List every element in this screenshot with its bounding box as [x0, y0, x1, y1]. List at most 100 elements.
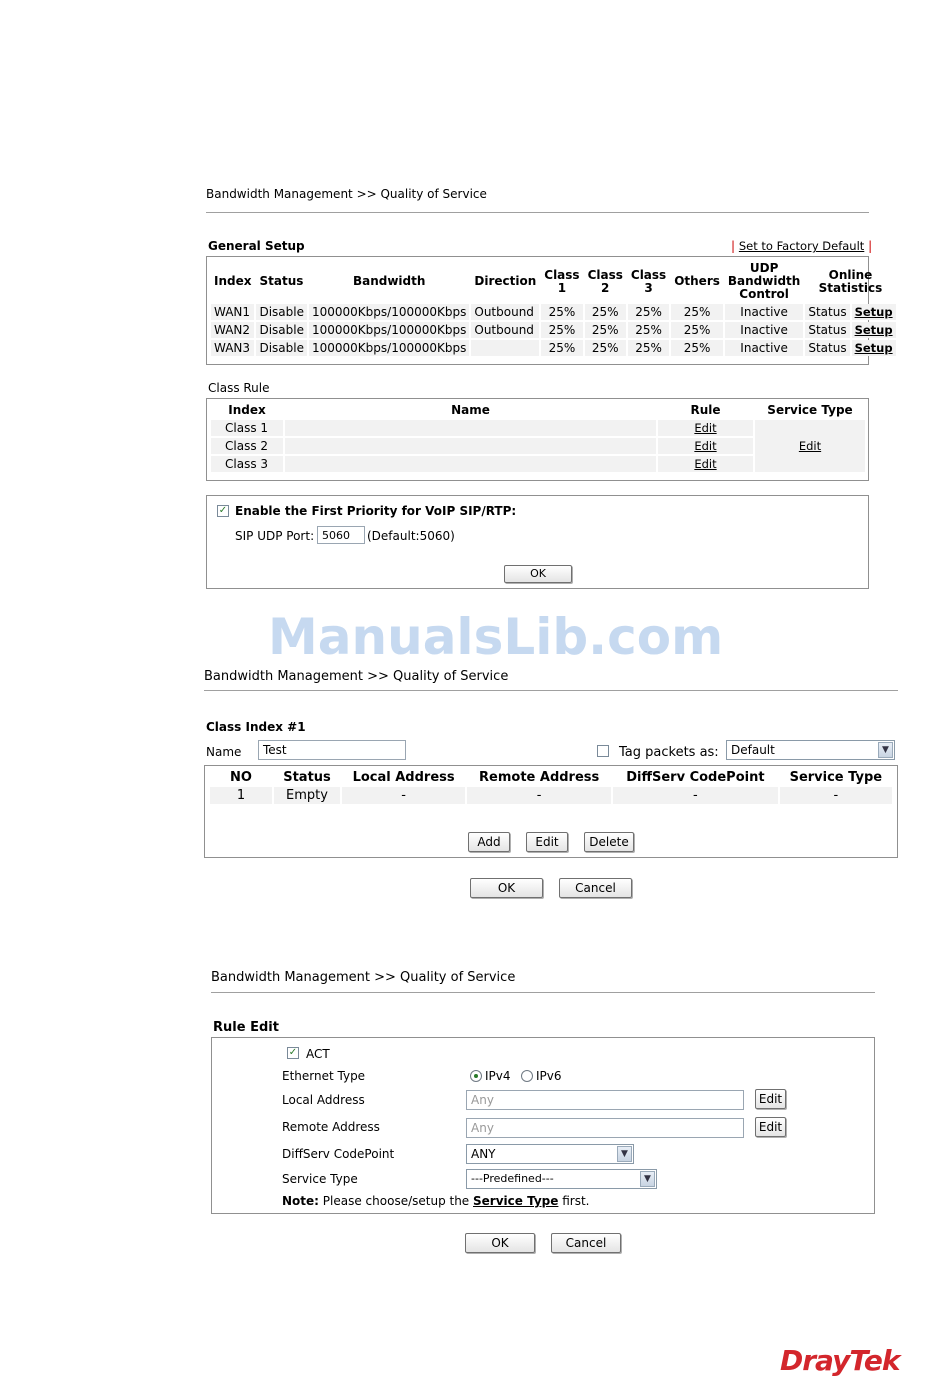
cell-class2: 25% [584, 340, 626, 356]
header-index: Index [228, 403, 266, 417]
cell-class-name [285, 456, 656, 472]
ipv6-radio[interactable] [521, 1070, 533, 1082]
header-rule: Rule [690, 403, 721, 417]
add-button[interactable]: Add [468, 832, 510, 852]
header-bandwidth: Bandwidth [352, 274, 426, 288]
factory-default-link[interactable]: Set to Factory Default [739, 239, 864, 253]
header-name: Name [451, 403, 490, 417]
rule-edit-title: Rule Edit [213, 1020, 279, 1035]
ok-button[interactable]: OK [465, 1233, 535, 1253]
voip-enable-checkbox[interactable]: ✓ [217, 505, 229, 517]
cell-class3: 25% [627, 340, 670, 356]
cancel-button[interactable]: Cancel [551, 1233, 621, 1253]
header-no: NO [230, 770, 252, 785]
diffserv-select[interactable]: ANY ▼ [466, 1144, 634, 1164]
header-service: Service Type [789, 770, 883, 785]
cell-online-status: Status [805, 340, 850, 356]
cell-udp: Inactive [724, 304, 804, 320]
table-row: WAN1 Disable 100000Kbps/100000Kbps Outbo… [211, 304, 896, 320]
header-index: Index [214, 274, 252, 288]
cell-bandwidth: 100000Kbps/100000Kbps [309, 304, 470, 320]
cell-class1: 25% [541, 304, 583, 320]
cell-class-name [285, 438, 656, 454]
cell-online-status: Status [805, 322, 850, 338]
chevron-down-icon: ▼ [617, 1146, 632, 1162]
note-suffix: first. [562, 1194, 590, 1208]
edit-button[interactable]: Edit [526, 832, 568, 852]
cell-local: - [342, 787, 466, 804]
cell-class3: 25% [627, 322, 670, 338]
service-type-select[interactable]: ---Predefined--- ▼ [466, 1169, 657, 1189]
cell-diffserv: - [613, 787, 778, 804]
cell-class1: 25% [541, 340, 583, 356]
chevron-down-icon: ▼ [640, 1171, 655, 1187]
cell-class-index: Class 1 [211, 420, 283, 436]
ok-button[interactable]: OK [470, 878, 543, 898]
service-type-edit-link[interactable]: Edit [799, 439, 821, 453]
local-address-input[interactable]: Any [466, 1090, 744, 1110]
cell-bandwidth: 100000Kbps/100000Kbps [309, 322, 470, 338]
sip-port-default: (Default:5060) [367, 529, 455, 543]
cell-remote: - [467, 787, 612, 804]
ipv4-radio[interactable] [470, 1070, 482, 1082]
chevron-down-icon: ▼ [878, 742, 893, 758]
cell-udp: Inactive [724, 322, 804, 338]
cell-index: WAN3 [211, 340, 255, 356]
act-checkbox[interactable]: ✓ [287, 1047, 299, 1059]
class-name-input[interactable]: Test [258, 740, 406, 760]
cell-direction: Outbound [471, 304, 540, 320]
cell-status: Disable [256, 304, 307, 320]
sip-port-input[interactable]: 5060 [317, 526, 365, 544]
header-diffserv: DiffServ CodePoint [626, 770, 765, 785]
header-local: Local Address [352, 770, 455, 785]
cell-direction: Outbound [471, 322, 540, 338]
remote-address-edit-button[interactable]: Edit [755, 1117, 786, 1137]
header-class3: Class 3 [630, 267, 667, 295]
cell-online-status: Status [805, 304, 850, 320]
setup-link-wan2[interactable]: Setup [855, 323, 893, 337]
local-address-edit-button[interactable]: Edit [755, 1089, 786, 1109]
note-text: Please choose/setup the [322, 1194, 470, 1208]
setup-link-wan3[interactable]: Setup [855, 341, 893, 355]
cell-status: Disable [256, 322, 307, 338]
cell-class-index: Class 3 [211, 456, 283, 472]
ok-button[interactable]: OK [504, 565, 572, 583]
breadcrumb: Bandwidth Management >> Quality of Servi… [206, 187, 487, 201]
service-type-link[interactable]: Service Type [473, 1194, 558, 1208]
rule-edit-link-class2[interactable]: Edit [694, 439, 716, 453]
cell-direction [471, 340, 540, 356]
cell-status: Empty [274, 787, 340, 804]
cell-no: 1 [210, 787, 272, 804]
cell-class-name [285, 420, 656, 436]
rule-edit-panel: ✓ ACT Ethernet Type IPv4 IPv6 Local Addr… [211, 1037, 875, 1214]
tag-packets-value: Default [731, 743, 775, 757]
rule-edit-link-class3[interactable]: Edit [694, 457, 716, 471]
watermark: ManualsLib.com [268, 608, 724, 666]
cancel-button[interactable]: Cancel [559, 878, 632, 898]
rule-edit-link-class1[interactable]: Edit [694, 421, 716, 435]
ethernet-type-label: Ethernet Type [282, 1069, 366, 1083]
header-class2: Class 2 [587, 267, 623, 295]
table-row: WAN2 Disable 100000Kbps/100000Kbps Outbo… [211, 322, 896, 338]
delete-button[interactable]: Delete [584, 832, 634, 852]
class-rule-title: Class Rule [208, 381, 270, 395]
remote-address-input[interactable]: Any [466, 1118, 744, 1138]
note: Note: Please choose/setup the Service Ty… [282, 1194, 590, 1208]
ipv6-label: IPv6 [536, 1069, 562, 1083]
cell-class3: 25% [627, 304, 670, 320]
cell-class-index: Class 2 [211, 438, 283, 454]
divider [211, 992, 875, 993]
cell-class2: 25% [584, 304, 626, 320]
setup-link-wan1[interactable]: Setup [855, 305, 893, 319]
tag-packets-checkbox[interactable] [597, 745, 609, 757]
tag-packets-select[interactable]: Default ▼ [726, 740, 895, 760]
name-label: Name [206, 745, 242, 759]
table-row: 1 Empty - - - - [210, 787, 892, 804]
header-status: Status [259, 274, 304, 288]
draytek-logo: DrayTek [780, 1344, 900, 1377]
cell-index: WAN1 [211, 304, 255, 320]
header-class1: Class 1 [544, 267, 580, 295]
class-index-panel: NO Status Local Address Remote Address D… [204, 765, 898, 858]
class-rule-panel: Index Name Rule Service Type Class 1 Edi… [206, 398, 869, 481]
voip-enable-label: Enable the First Priority for VoIP SIP/R… [235, 504, 517, 518]
